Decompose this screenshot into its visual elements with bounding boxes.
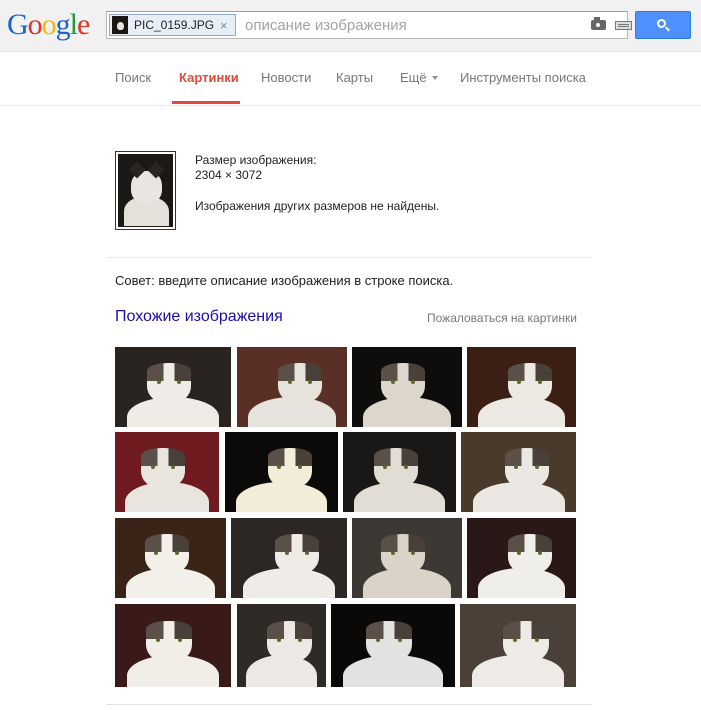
cat-face [503,620,549,662]
similar-image[interactable] [115,518,226,598]
chip-filename: PIC_0159.JPG [134,18,215,32]
image-size-label: Размер изображения: [195,153,317,167]
similar-image[interactable] [331,604,455,687]
cat-face [507,534,552,574]
cat-face [507,363,552,403]
tab-news[interactable]: Новости [261,70,311,85]
similar-image[interactable] [343,432,456,512]
similar-image[interactable] [467,347,576,427]
camera-icon[interactable] [591,17,606,30]
cat-face [144,534,189,574]
cat-face [147,363,191,403]
chevron-down-icon [431,76,438,80]
search-input[interactable] [245,16,575,34]
google-logo[interactable]: Google [7,8,90,42]
similar-image[interactable] [352,518,462,598]
cat-face [146,620,192,662]
search-box[interactable]: PIC_0159.JPG × [106,11,632,39]
tab-more[interactable]: Ещё [400,70,438,85]
cat-face [266,620,313,662]
tab-more-label: Ещё [400,70,427,85]
similar-image[interactable] [237,347,347,427]
chip-remove-button[interactable]: × [220,18,228,33]
logo-letter: e [77,8,90,41]
logo-letter: l [69,8,78,41]
search-button[interactable] [635,11,691,39]
similar-image[interactable] [467,518,576,598]
similar-image[interactable] [352,347,462,427]
chip-thumbnail [112,16,128,34]
query-image-thumbnail[interactable] [115,151,176,230]
keyboard-icon[interactable] [615,21,632,30]
active-tab-indicator [172,101,240,104]
no-other-sizes-text: Изображения других размеров не найдены. [195,199,440,213]
similar-image[interactable] [460,604,576,687]
cat-face [381,534,425,574]
similar-image[interactable] [115,604,231,687]
cat-face [366,620,412,662]
logo-letter: G [7,8,29,41]
cat-face [141,448,185,488]
cat-face [504,448,549,488]
search-tip: Совет: введите описание изображения в ст… [115,273,454,288]
logo-letter: o [27,8,43,41]
cat-face [278,363,322,403]
cat-photo [118,154,173,227]
logo-letter: g [55,8,71,41]
divider [106,704,592,705]
cat-face [267,448,312,488]
tab-search-tools[interactable]: Инструменты поиска [460,70,586,85]
similar-images-link[interactable]: Похожие изображения [115,308,283,326]
logo-letter: o [41,8,57,41]
tab-images[interactable]: Картинки [179,70,239,85]
tab-maps[interactable]: Карты [336,70,373,85]
report-images-link[interactable]: Пожаловаться на картинки [427,311,577,325]
similar-image[interactable] [115,347,231,427]
search-nav: Поиск Картинки Новости Карты Ещё Инструм… [0,53,701,106]
similar-image[interactable] [461,432,576,512]
similar-image[interactable] [225,432,338,512]
similar-image[interactable] [237,604,326,687]
cat-face [373,448,418,488]
cat-face [381,363,425,403]
tab-search[interactable]: Поиск [115,70,151,85]
search-icon [657,19,666,28]
similar-image[interactable] [115,432,219,512]
similar-image[interactable] [231,518,347,598]
divider [106,257,592,258]
image-size-value: 2304 × 3072 [195,168,263,182]
header-bar: Google PIC_0159.JPG × [0,0,701,52]
cat-face [275,534,319,574]
image-chip[interactable]: PIC_0159.JPG × [109,14,236,36]
